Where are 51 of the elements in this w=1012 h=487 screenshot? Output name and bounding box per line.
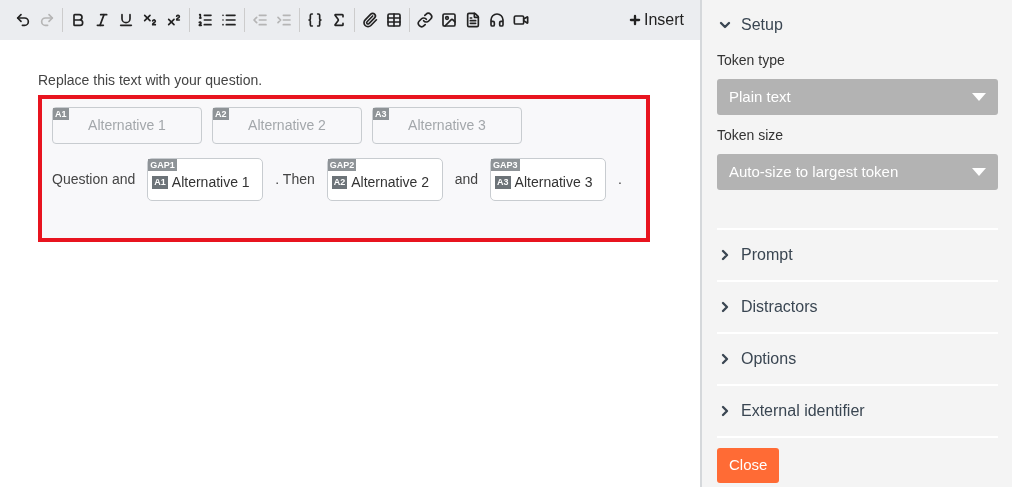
headphones-icon (489, 12, 505, 28)
token-text: Alternative 1 (171, 173, 250, 192)
video-camera-icon (513, 12, 529, 28)
superscript-icon (166, 12, 182, 28)
answer-gap[interactable]: GAP1 A1 Alternative 1 (147, 158, 264, 201)
gap-tag: GAP2 (327, 159, 357, 171)
answer-gap[interactable]: GAP2 A2 Alternative 2 (326, 158, 443, 201)
outdent-icon (252, 12, 268, 28)
sentence-text: Question and (52, 170, 136, 189)
bullet-list-icon (221, 12, 237, 28)
italic-icon (94, 12, 110, 28)
section-header[interactable]: Setup (717, 0, 783, 50)
paperclip-icon (362, 12, 378, 28)
plus-icon (628, 13, 642, 27)
sentence-text: . Then (275, 170, 315, 189)
section-header[interactable]: Prompt (717, 230, 998, 280)
field-label: Token size (717, 126, 785, 145)
insert-button[interactable]: Insert (620, 8, 684, 32)
braces-icon (307, 12, 323, 28)
question-text: Replace this text with your question. (38, 71, 264, 90)
redo-icon (39, 12, 55, 28)
token-text: Alternative 3 (514, 173, 593, 192)
numbered-list-icon (197, 12, 213, 28)
gap-tag: GAP3 (491, 159, 520, 171)
token-tag: A1 (152, 176, 168, 189)
token-tag: A1 (53, 108, 69, 120)
token-tag: A3 (495, 176, 511, 189)
token-text: Alternative 2 (351, 173, 430, 192)
caret-down-icon (972, 168, 986, 176)
section-header[interactable]: Distractors (717, 282, 998, 332)
subscript-icon (142, 12, 158, 28)
indent-icon (276, 12, 292, 28)
section-header[interactable]: Options (717, 334, 998, 384)
sentence-text: . (618, 170, 622, 189)
section-header[interactable]: External identifier (717, 386, 998, 436)
field-label: Token type (717, 51, 786, 70)
token-tag: A2 (213, 108, 229, 120)
caret-down-icon (972, 93, 986, 101)
table-icon (386, 12, 402, 28)
sentence-text: and (454, 170, 479, 189)
bold-icon (70, 12, 86, 28)
undo-icon (15, 12, 31, 28)
underline-icon (118, 12, 134, 28)
document-icon (465, 12, 481, 28)
answer-gap[interactable]: GAP3 A3 Alternative 3 (490, 158, 607, 201)
sigma-icon (331, 12, 347, 28)
link-icon (417, 12, 433, 28)
image-icon (441, 12, 457, 28)
gap-tag: GAP1 (148, 159, 177, 171)
token-tag: A2 (331, 176, 348, 189)
token-tag: A3 (373, 108, 389, 120)
